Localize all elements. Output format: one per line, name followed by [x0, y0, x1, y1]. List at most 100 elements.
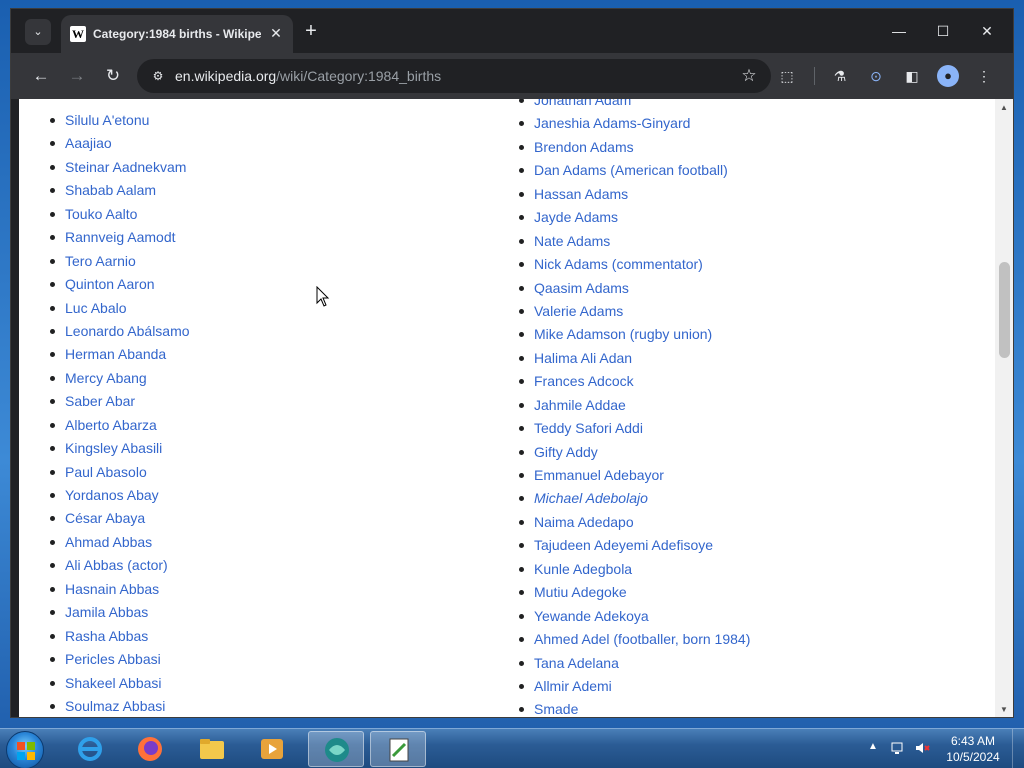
name-link[interactable]: Shabab Aalam	[50, 180, 190, 203]
reload-icon[interactable]: ↻	[100, 63, 126, 89]
scroll-thumb[interactable]	[999, 262, 1010, 358]
scroll-up-icon[interactable]: ▲	[995, 101, 1013, 115]
name-link[interactable]: Mike Adamson (rugby union)	[518, 324, 750, 347]
network-icon[interactable]	[890, 740, 906, 756]
name-link[interactable]: Shakeel Abbasi	[50, 673, 190, 696]
name-link[interactable]: Aaajiao	[50, 133, 190, 156]
name-link[interactable]: Rasha Abbas	[50, 626, 190, 649]
name-link[interactable]: Tana Adelana	[518, 653, 750, 676]
start-button[interactable]	[6, 731, 44, 768]
name-link[interactable]: Ahmed Adel (footballer, born 1984)	[518, 629, 750, 652]
name-link[interactable]: Saber Abar	[50, 391, 190, 414]
name-link[interactable]: Jonathan Adam	[518, 99, 750, 113]
taskbar-editor[interactable]	[370, 731, 426, 767]
back-icon[interactable]: ←	[28, 63, 54, 89]
show-desktop-button[interactable]	[1012, 729, 1024, 768]
name-link[interactable]: Dan Adams (American football)	[518, 160, 750, 183]
volume-muted-icon[interactable]	[914, 740, 930, 756]
internet-explorer-icon	[78, 737, 102, 761]
forward-icon[interactable]: →	[64, 63, 90, 89]
minimize-icon[interactable]: —	[879, 17, 919, 45]
name-link[interactable]: César Abaya	[50, 508, 190, 531]
name-link[interactable]: Nate Adams	[518, 231, 750, 254]
name-link[interactable]: Mutiu Adegoke	[518, 582, 750, 605]
name-link[interactable]: Emmanuel Adebayor	[518, 465, 750, 488]
taskbar-internet-explorer[interactable]	[62, 731, 118, 767]
name-link[interactable]: Paul Abasolo	[50, 462, 190, 485]
name-link[interactable]: Jamila Abbas	[50, 602, 190, 625]
name-link[interactable]: Kunle Adegbola	[518, 559, 750, 582]
name-link[interactable]: Jayde Adams	[518, 207, 750, 230]
name-link[interactable]: Qaasim Adams	[518, 278, 750, 301]
name-link[interactable]: Frances Adcock	[518, 371, 750, 394]
name-link[interactable]: Valerie Adams	[518, 301, 750, 324]
side-panel-icon[interactable]: ◧	[901, 65, 923, 87]
name-link[interactable]: Ahmad Abbas	[50, 532, 190, 555]
name-link[interactable]: Hassan Adams	[518, 184, 750, 207]
scroll-down-icon[interactable]: ▼	[995, 703, 1013, 717]
tab-search-icon[interactable]: ⌄	[25, 19, 51, 45]
browser-window: ⌄ W Category:1984 births - Wikipe ✕ + — …	[10, 8, 1014, 718]
name-link[interactable]: Tajudeen Adeyemi Adefisoye	[518, 535, 750, 558]
taskbar-file-explorer[interactable]	[184, 731, 240, 767]
windows-taskbar: ▲ 6:43 AM 10/5/2024	[0, 728, 1024, 768]
download-icon[interactable]: ⊙	[865, 65, 887, 87]
name-link[interactable]: Naima Adedapo	[518, 512, 750, 535]
extensions-icon[interactable]: ⬚	[776, 65, 798, 87]
taskbar-firefox[interactable]	[122, 731, 178, 767]
url-text[interactable]: en.wikipedia.org/wiki/Category:1984_birt…	[175, 68, 441, 84]
browser-toolbar: ← → ↻ ⚙ en.wikipedia.org/wiki/Category:1…	[11, 53, 1013, 99]
name-link[interactable]: Nick Adams (commentator)	[518, 254, 750, 277]
windows-logo-icon	[17, 742, 35, 760]
name-link[interactable]: Ali Abbas (actor)	[50, 555, 190, 578]
right-name-list: Jonathan Adam Janeshia Adams-Ginyard Brend…	[518, 99, 750, 717]
name-link[interactable]: Mercy Abang	[50, 368, 190, 391]
name-link[interactable]: Rannveig Aamodt	[50, 227, 190, 250]
name-link[interactable]: Brendon Adams	[518, 137, 750, 160]
name-link[interactable]: Touko Aalto	[50, 204, 190, 227]
wikipedia-favicon-icon: W	[70, 26, 86, 42]
tray-expand-icon[interactable]: ▲	[868, 741, 878, 752]
system-clock[interactable]: 6:43 AM 10/5/2024	[940, 733, 1006, 765]
menu-kebab-icon[interactable]: ⋮	[973, 65, 995, 87]
maximize-icon[interactable]: ☐	[923, 17, 963, 45]
name-link[interactable]: Yewande Adekoya	[518, 606, 750, 629]
name-link[interactable]: Leonardo Abálsamo	[50, 321, 190, 344]
name-link[interactable]: Silulu A'etonu	[50, 110, 190, 133]
close-window-icon[interactable]: ✕	[967, 17, 1007, 45]
address-bar[interactable]: ⚙ en.wikipedia.org/wiki/Category:1984_bi…	[137, 59, 771, 93]
tab-active[interactable]: W Category:1984 births - Wikipe ✕	[61, 15, 293, 53]
name-link[interactable]: Teddy Safori Addi	[518, 418, 750, 441]
name-link[interactable]: Michael Adebolajo	[518, 488, 750, 511]
name-link[interactable]: Quinton Aaron	[50, 274, 190, 297]
name-link[interactable]: Tero Aarnio	[50, 251, 190, 274]
name-link[interactable]: Halima Ali Adan	[518, 348, 750, 371]
name-link[interactable]: Kingsley Abasili	[50, 438, 190, 461]
labs-flask-icon[interactable]: ⚗	[829, 65, 851, 87]
folder-icon	[200, 739, 224, 759]
name-link[interactable]: Yordanos Abay	[50, 485, 190, 508]
profile-avatar-icon[interactable]: ●	[937, 65, 959, 87]
name-link[interactable]: Luc Abalo	[50, 298, 190, 321]
name-link[interactable]: Hasnain Abbas	[50, 579, 190, 602]
name-link[interactable]: Gifty Addy	[518, 442, 750, 465]
name-link[interactable]: Jahmile Addae	[518, 395, 750, 418]
name-link[interactable]: Pericles Abbasi	[50, 649, 190, 672]
tab-close-icon[interactable]: ✕	[267, 24, 285, 42]
name-link[interactable]: Alberto Abarza	[50, 415, 190, 438]
new-tab-icon[interactable]: +	[301, 21, 321, 41]
editor-notepad-icon	[389, 738, 409, 762]
name-link[interactable]: Allmir Ademi	[518, 676, 750, 699]
name-link[interactable]: Smade	[518, 699, 750, 717]
page-scrollbar[interactable]: ▲ ▼	[995, 99, 1013, 717]
clock-date: 10/5/2024	[946, 750, 1000, 764]
taskbar-media-player[interactable]	[244, 731, 300, 767]
name-link[interactable]: Soulmaz Abbasi	[50, 696, 190, 717]
taskbar-active-app[interactable]	[308, 731, 364, 767]
mouse-cursor-icon	[316, 286, 330, 307]
site-info-icon[interactable]: ⚙	[149, 67, 167, 85]
name-link[interactable]: Janeshia Adams-Ginyard	[518, 113, 750, 136]
name-link[interactable]: Herman Abanda	[50, 344, 190, 367]
name-link[interactable]: Steinar Aadnekvam	[50, 157, 190, 180]
bookmark-star-icon[interactable]: ☆	[739, 66, 759, 86]
